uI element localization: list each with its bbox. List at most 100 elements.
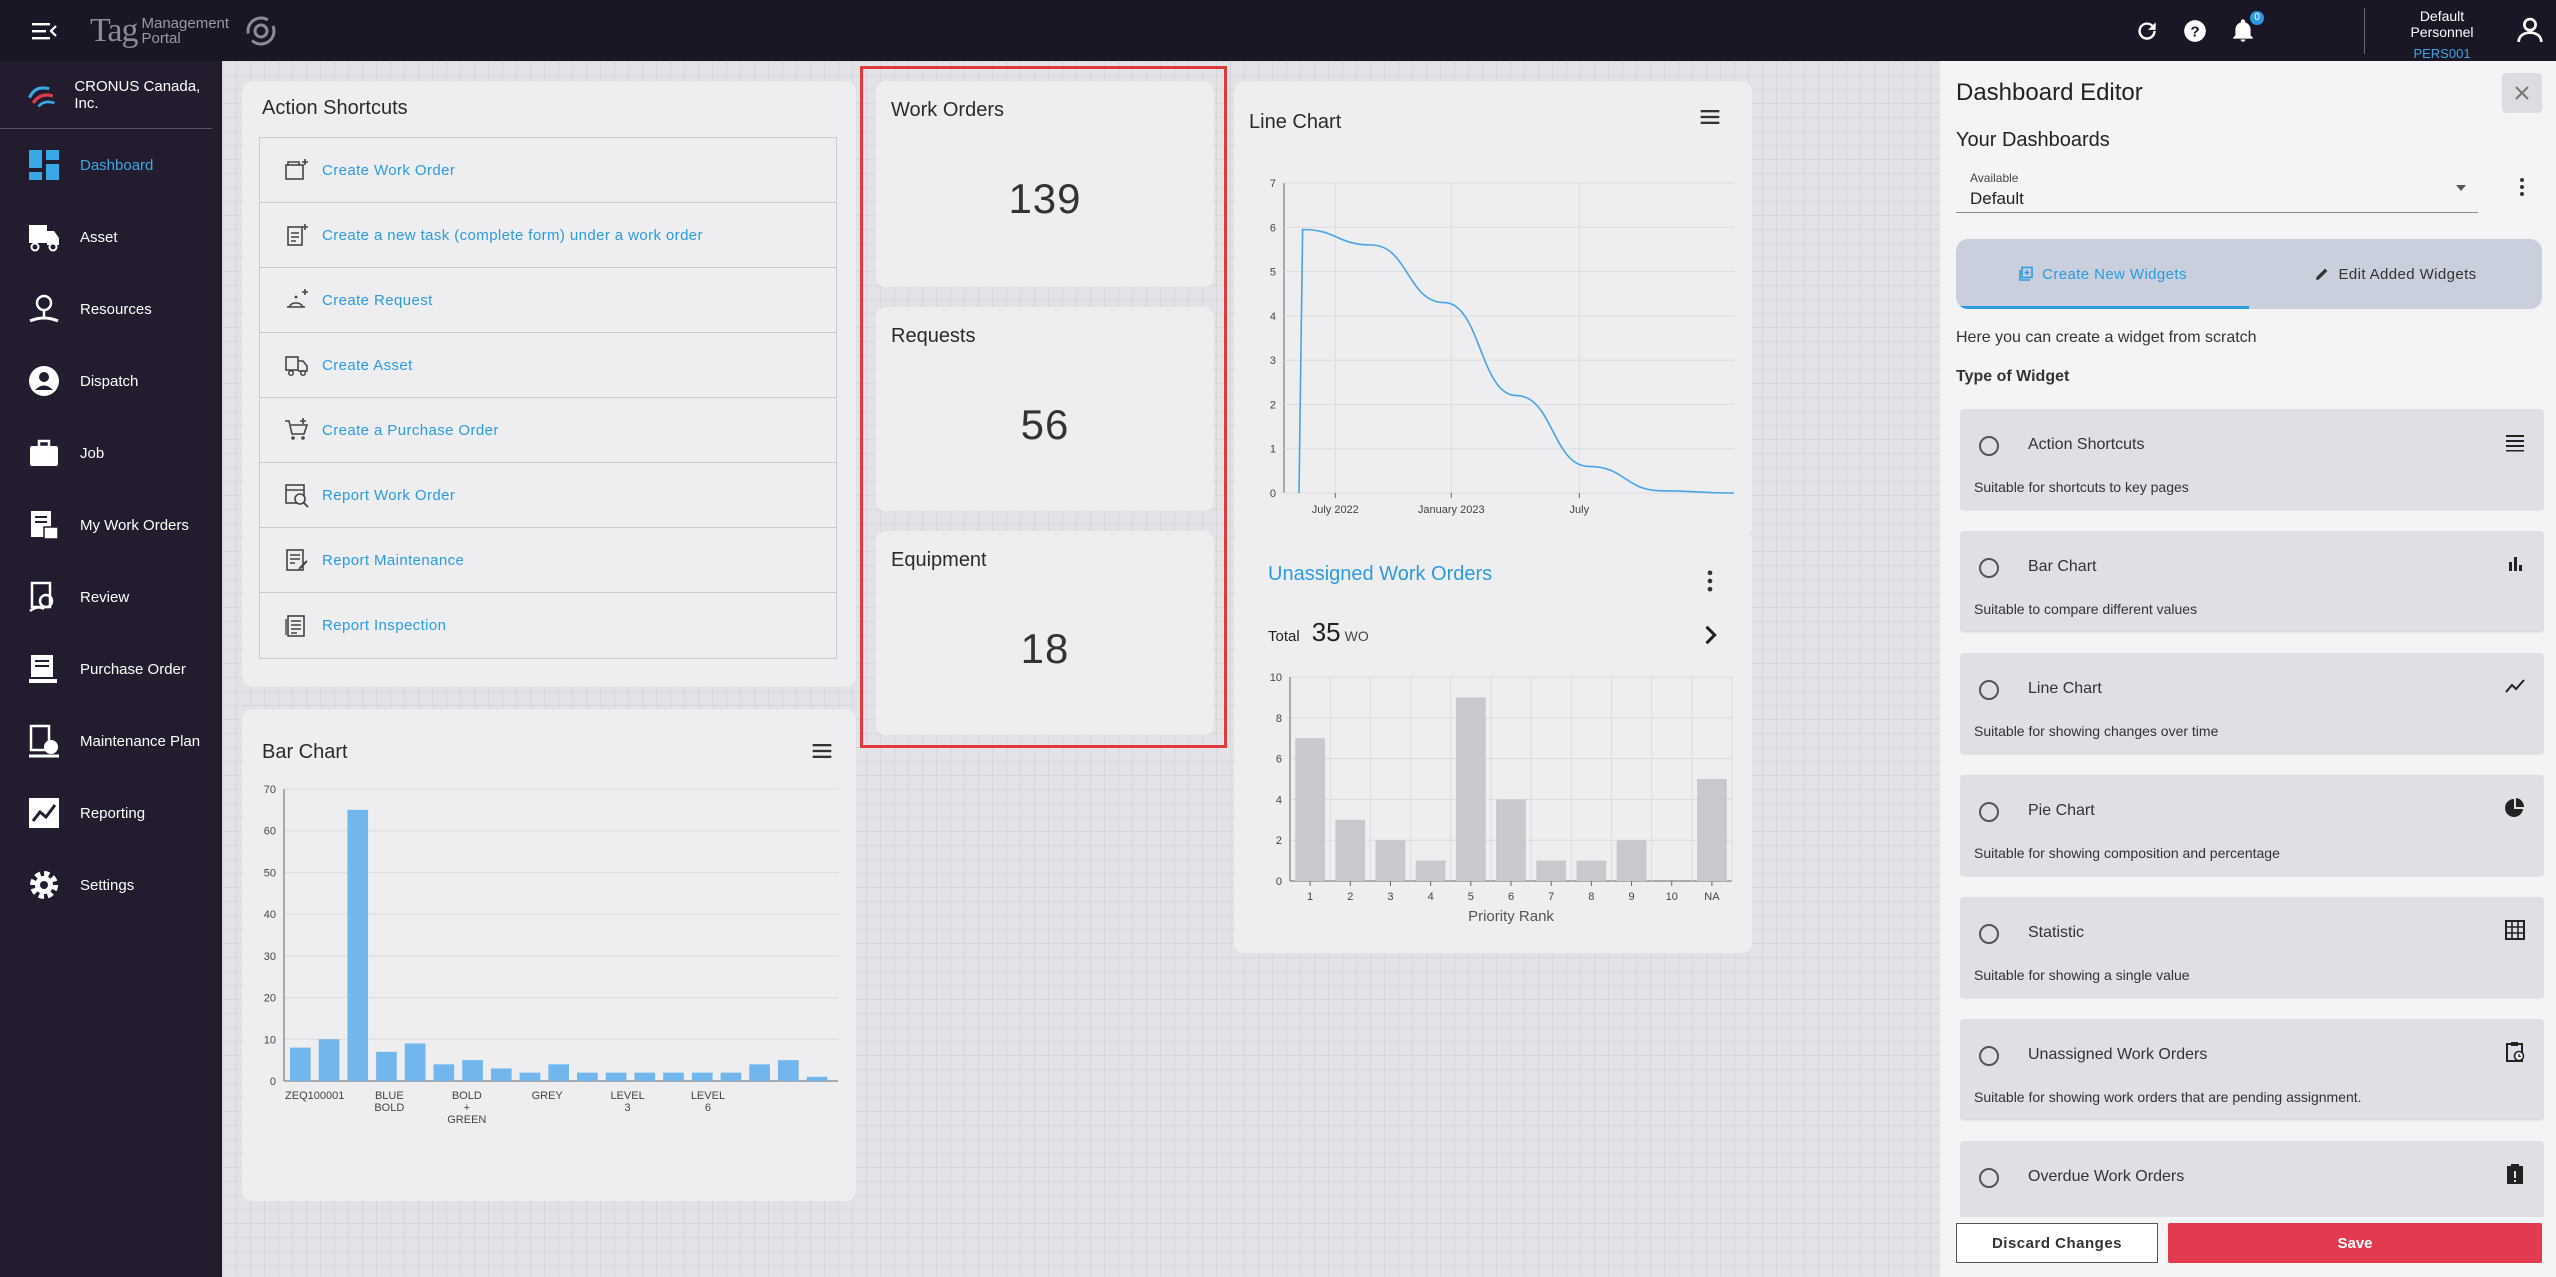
- shortcut-label: Create Request: [322, 291, 433, 309]
- bar-chart-y-tick: 20: [264, 993, 276, 1005]
- bar-chart-bar: [462, 1060, 483, 1081]
- bar-chart-y-tick: 0: [270, 1076, 276, 1088]
- unassigned-chart-x-label: Priority Rank: [1468, 908, 1554, 925]
- company-selector[interactable]: CRONUS Canada, Inc.: [0, 61, 212, 129]
- app-logo[interactable]: Tag Management Portal: [90, 10, 279, 52]
- sidebar-item-asset[interactable]: Asset: [0, 201, 222, 273]
- line-chart: 0 1 2 3 4 5 6 7 July 2022 January 2023 July: [1270, 178, 1735, 516]
- widget-option-bar-chart[interactable]: Bar Chart Suitable to compare different v…: [1960, 531, 2544, 631]
- shortcut-icon: [284, 287, 310, 313]
- sidebar-item-my-work-orders[interactable]: My Work Orders: [0, 489, 222, 561]
- logo-text: Tag: [90, 12, 138, 49]
- shortcut-item[interactable]: Create Asset: [260, 333, 836, 398]
- bar-chart-bar: [376, 1051, 397, 1081]
- bar-chart-bar: [548, 1064, 570, 1081]
- unassigned-chart-x-tick: NA: [1704, 891, 1720, 903]
- radio-button[interactable]: [1979, 558, 1999, 578]
- radio-button[interactable]: [1979, 924, 1999, 944]
- logo-subtitle-2: Portal: [141, 30, 181, 47]
- bar-chart-bar: [490, 1068, 512, 1081]
- help-icon[interactable]: ?: [2182, 18, 2208, 44]
- shortcut-list: Create Work Order Create a new task (comp…: [259, 137, 837, 659]
- radio-button[interactable]: [1979, 1168, 1999, 1188]
- sidebar-item-purchase-order[interactable]: Purchase Order: [0, 633, 222, 705]
- account-icon[interactable]: [2514, 14, 2546, 46]
- bar-chart-y-tick: 10: [264, 1034, 276, 1046]
- action-shortcuts-widget[interactable]: Action Shortcuts Create Work Order Create…: [242, 81, 856, 687]
- sidebar-item-dashboard[interactable]: Dashboard: [0, 129, 222, 201]
- resources-icon: [26, 291, 62, 327]
- unassigned-bar-chart: 02468101 2 3 4 5 6 7 8 9 10 NAPriority Rank: [1270, 672, 1733, 925]
- tab-edit-added-widgets[interactable]: Edit Added Widgets: [2249, 239, 2542, 309]
- unassigned-chart-bar: [1536, 860, 1567, 881]
- unassigned-chart-bar: [1335, 819, 1366, 881]
- shortcut-item[interactable]: Report Inspection: [260, 593, 836, 658]
- shortcut-icon: [284, 157, 310, 183]
- unassigned-work-orders-widget[interactable]: Unassigned Work Orders Total 35 WO 02468…: [1234, 529, 1752, 953]
- widget-option-pie-chart[interactable]: Pie Chart Suitable for showing compositio…: [1960, 775, 2544, 875]
- widget-option-overdue-work-orders[interactable]: Overdue Work Orders: [1960, 1141, 2544, 1217]
- line-chart-series: [1298, 228, 1735, 494]
- sidebar-item-maintenance-plan[interactable]: Maintenance Plan: [0, 705, 222, 777]
- widget-option-line-chart[interactable]: Line Chart Suitable for showing changes o…: [1960, 653, 2544, 753]
- sidebar-item-job[interactable]: Job: [0, 417, 222, 489]
- unassigned-chart-x-tick: 4: [1428, 891, 1434, 903]
- sidebar-item-resources[interactable]: Resources: [0, 273, 222, 345]
- shortcut-icon: [284, 613, 310, 639]
- dashboard-select-value: Default: [1970, 189, 2024, 208]
- shortcut-item[interactable]: Report Maintenance: [260, 528, 836, 593]
- dispatch-icon: [26, 363, 62, 399]
- discard-changes-button[interactable]: Discard Changes: [1956, 1223, 2158, 1263]
- sidebar-item-reporting[interactable]: Reporting: [0, 777, 222, 849]
- bar-chart: 0 10 20 30 40 50 60 70 ZEQ100001 BLUE BOLD BOLD + GRE…: [264, 784, 838, 1126]
- shortcut-icon: [284, 417, 310, 443]
- sidebar-item-label: Purchase Order: [80, 660, 186, 678]
- unassigned-chart-x-tick: 10: [1666, 891, 1678, 903]
- line-chart-y-tick: 4: [1270, 311, 1276, 323]
- radio-button[interactable]: [1979, 802, 1999, 822]
- unassigned-chart-bar: [1455, 697, 1486, 881]
- radio-button[interactable]: [1979, 436, 1999, 456]
- widget-option-action-shortcuts[interactable]: Action Shortcuts Suitable for shortcuts t…: [1960, 409, 2544, 509]
- bar-chart-bar: [806, 1076, 828, 1081]
- review-icon: [26, 579, 62, 615]
- tab-create-new-widgets[interactable]: Create New Widgets: [1956, 239, 2249, 309]
- sidebar-item-dispatch[interactable]: Dispatch: [0, 345, 222, 417]
- dashboard-options-icon[interactable]: [2510, 175, 2534, 199]
- widget-option-statistic[interactable]: Statistic Suitable for showing a single v…: [1960, 897, 2544, 997]
- top-divider: [2364, 8, 2365, 54]
- shortcut-label: Create Work Order: [322, 161, 456, 179]
- sidebar-item-review[interactable]: Review: [0, 561, 222, 633]
- bar-chart-bar: [605, 1072, 627, 1081]
- close-editor-button[interactable]: [2502, 73, 2542, 113]
- radio-button[interactable]: [1979, 680, 1999, 700]
- line-chart-y-tick: 0: [1270, 488, 1276, 500]
- shortcut-item[interactable]: Create Work Order: [260, 138, 836, 203]
- widget-option-unassigned-work-orders[interactable]: Unassigned Work Orders Suitable for showi…: [1960, 1019, 2544, 1119]
- user-info[interactable]: Default Personnel PERS001: [2388, 8, 2496, 61]
- menu-toggle-icon[interactable]: [30, 20, 58, 42]
- sidebar: CRONUS Canada, Inc. Dashboard Asset Resour…: [0, 61, 222, 1277]
- widget-option-name: Statistic: [2028, 924, 2085, 941]
- shortcut-label: Report Maintenance: [322, 551, 465, 569]
- sidebar-item-label: Dispatch: [80, 372, 139, 390]
- sidebar-item-settings[interactable]: Settings: [0, 849, 222, 921]
- shortcut-item[interactable]: Create Request: [260, 268, 836, 333]
- shortcut-item[interactable]: Create a new task (complete form) under …: [260, 203, 836, 268]
- shortcut-item[interactable]: Report Work Order: [260, 463, 836, 528]
- shortcut-item[interactable]: Create a Purchase Order: [260, 398, 836, 463]
- dashboard-select-label: Available: [1970, 171, 2019, 185]
- widget-type-heading: Type of Widget: [1956, 368, 2070, 385]
- sidebar-item-label: Review: [80, 588, 130, 606]
- radio-button[interactable]: [1979, 1046, 1999, 1066]
- unassigned-chart-y-tick: 6: [1276, 754, 1282, 766]
- notification-badge: 0: [2250, 11, 2264, 25]
- bar-chart-widget[interactable]: Bar Chart 0 10 20 30 40 50 60 70 ZEQ100001 BLUE BO…: [242, 709, 856, 1201]
- unassigned-chart-bar: [1415, 860, 1446, 881]
- notifications-icon[interactable]: 0: [2230, 11, 2264, 44]
- line-chart-widget[interactable]: Line Chart 0 1 2 3 4 5 6 7 July 2022 January 2023…: [1234, 81, 1752, 537]
- save-button[interactable]: Save: [2168, 1223, 2542, 1263]
- bar-chart-x-tick: LEVEL 3: [610, 1090, 644, 1114]
- refresh-icon[interactable]: [2134, 18, 2160, 44]
- dashboard-select[interactable]: Available Default: [1956, 165, 2478, 213]
